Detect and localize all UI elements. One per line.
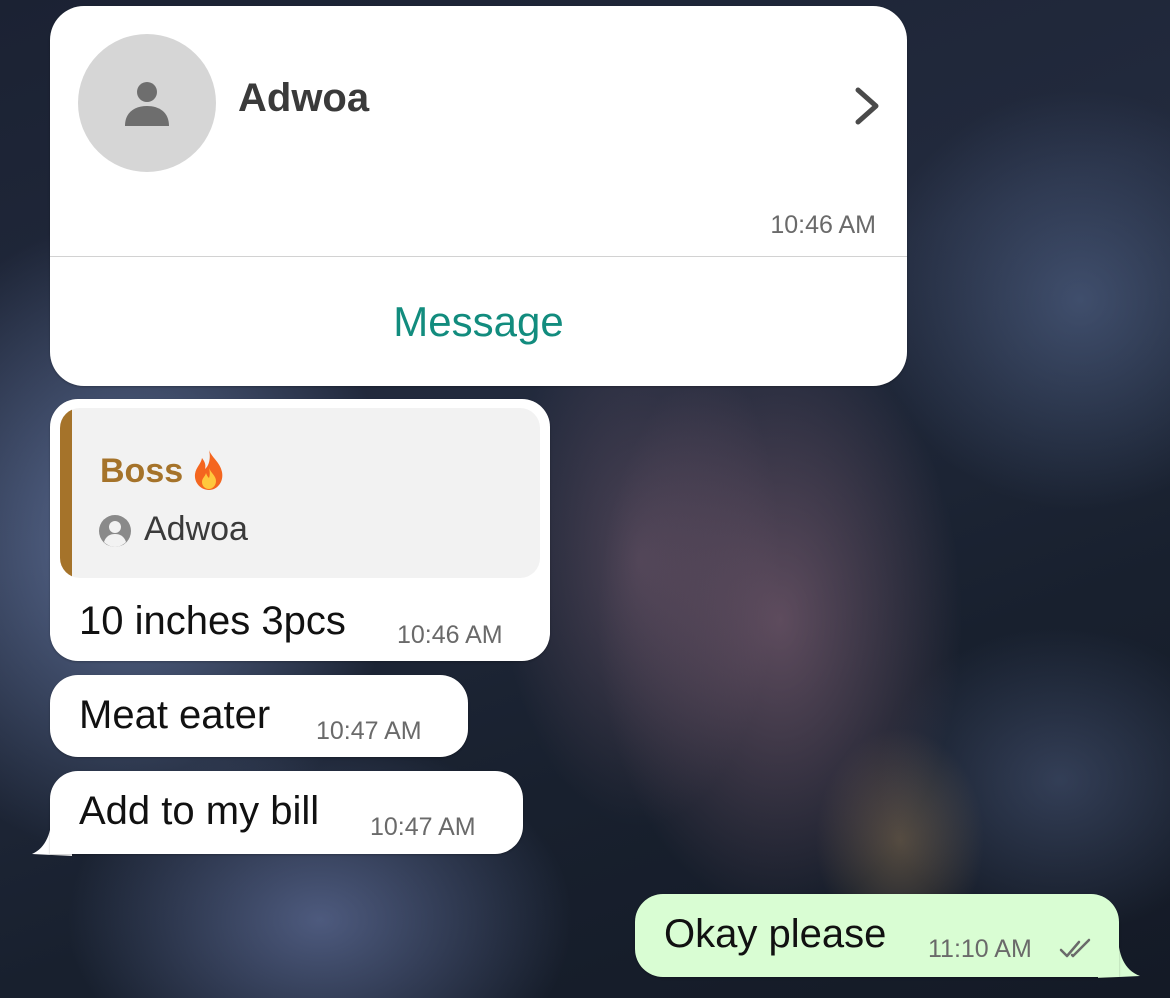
message-timestamp: 10:47 AM bbox=[370, 813, 476, 841]
incoming-message-bubble[interactable]: Boss Adwoa 10 inches 3pcs 10:46 AM bbox=[50, 399, 550, 661]
contact-name: Adwoa bbox=[238, 76, 370, 120]
double-check-icon bbox=[1059, 938, 1091, 958]
contact-avatar bbox=[78, 34, 216, 172]
message-text: Add to my bill bbox=[79, 789, 320, 833]
message-text: 10 inches 3pcs bbox=[79, 599, 346, 643]
quoted-contact-name: Adwoa bbox=[144, 510, 248, 548]
quoted-message[interactable]: Boss Adwoa bbox=[60, 408, 540, 578]
incoming-message-bubble[interactable]: Add to my bill 10:47 AM bbox=[50, 771, 523, 854]
quote-accent-bar bbox=[60, 408, 72, 578]
quoted-sender-name: Boss bbox=[100, 452, 184, 490]
incoming-message-bubble[interactable]: Meat eater 10:47 AM bbox=[50, 675, 468, 757]
chevron-right-icon[interactable] bbox=[850, 84, 884, 128]
message-timestamp: 10:47 AM bbox=[316, 717, 422, 745]
message-contact-button[interactable]: Message bbox=[50, 257, 907, 386]
message-text: Meat eater bbox=[79, 693, 271, 737]
shared-contact-card[interactable]: Adwoa 10:46 AM Message bbox=[50, 6, 907, 386]
fire-icon bbox=[194, 450, 223, 490]
message-timestamp: 11:10 AM bbox=[928, 935, 1032, 963]
outgoing-message-bubble[interactable]: Okay please 11:10 AM bbox=[635, 894, 1119, 977]
person-circle-icon bbox=[99, 515, 131, 547]
message-text: Okay please bbox=[664, 912, 887, 956]
person-icon bbox=[125, 82, 169, 126]
message-timestamp: 10:46 AM bbox=[397, 621, 503, 649]
contact-card-timestamp: 10:46 AM bbox=[770, 211, 876, 239]
